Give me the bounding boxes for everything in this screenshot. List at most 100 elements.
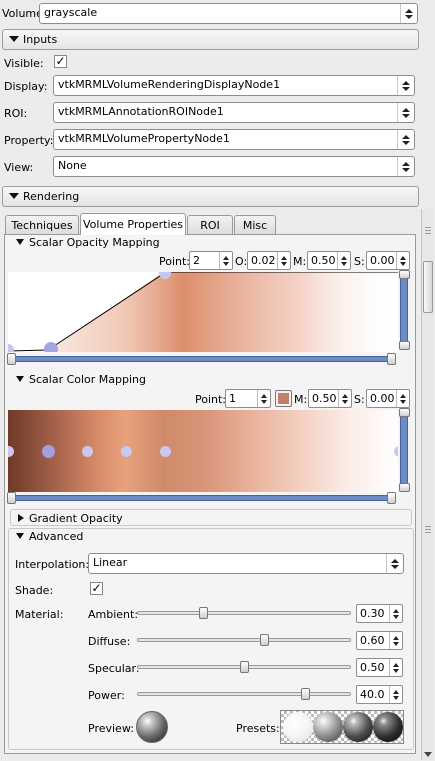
preset-sphere-metal[interactable]	[373, 712, 403, 742]
color-transfer-function-view[interactable]	[8, 410, 398, 492]
color-swatch-button[interactable]	[275, 390, 292, 407]
opacity-control-point[interactable]	[8, 344, 14, 352]
scalar-opacity-header[interactable]: Scalar Opacity Mapping	[12, 236, 410, 251]
opacity-vertical-handle-top[interactable]	[399, 270, 410, 279]
spin-arrows-icon[interactable]	[337, 252, 350, 269]
shade-checkbox[interactable]: ✓	[90, 582, 103, 595]
scalar-color-header[interactable]: Scalar Color Mapping	[12, 373, 410, 388]
color-vertical-handle-bottom[interactable]	[399, 483, 410, 492]
scroll-down-icon[interactable]	[424, 752, 432, 757]
opacity-m-spinbox[interactable]: 0.50	[307, 251, 351, 270]
diffuse-slider-handle[interactable]	[260, 634, 269, 646]
ambient-slider[interactable]	[137, 607, 351, 619]
collapse-triangle-icon	[16, 376, 24, 382]
opacity-o-spinbox[interactable]: 0.02	[247, 251, 291, 270]
opacity-s-label: S:	[354, 255, 365, 268]
advanced-header[interactable]: Advanced	[12, 530, 410, 545]
volume-value: grayscale	[44, 6, 98, 19]
color-vertical-handle-top[interactable]	[399, 408, 410, 417]
inputs-section-header[interactable]: Inputs	[2, 29, 419, 50]
preset-sphere-matte[interactable]	[283, 712, 313, 742]
opacity-point-label: Point:	[159, 255, 191, 268]
interpolation-selector[interactable]: Linear	[88, 553, 404, 574]
specular-slider[interactable]	[137, 661, 351, 673]
scalar-opacity-title: Scalar Opacity Mapping	[29, 236, 160, 249]
spin-arrows-icon[interactable]	[389, 632, 402, 649]
combo-arrows-icon	[397, 76, 414, 95]
roi-value: vtkMRMLAnnotationROINode1	[58, 105, 224, 118]
color-control-point[interactable]	[82, 446, 93, 457]
opacity-vertical-range[interactable]	[400, 276, 408, 350]
power-spinbox[interactable]: 40.0	[356, 685, 403, 704]
volume-selector[interactable]: grayscale	[39, 3, 418, 24]
visible-checkbox[interactable]: ✓	[54, 55, 67, 68]
roi-selector[interactable]: vtkMRMLAnnotationROINode1	[53, 102, 415, 123]
tab-misc[interactable]: Misc	[234, 215, 276, 234]
spin-arrows-icon[interactable]	[219, 252, 232, 269]
ambient-slider-handle[interactable]	[198, 607, 208, 619]
opacity-control-point[interactable]	[44, 342, 58, 352]
opacity-horizontal-handle-right[interactable]	[387, 353, 396, 365]
spin-arrows-icon[interactable]	[389, 605, 402, 622]
color-horizontal-handle-left[interactable]	[7, 492, 16, 504]
color-s-spinbox[interactable]: 0.00	[366, 389, 410, 408]
spin-arrows-icon[interactable]	[389, 659, 402, 676]
spin-arrows-icon[interactable]	[338, 390, 351, 407]
display-value: vtkMRMLVolumeRenderingDisplayNode1	[58, 78, 281, 91]
spin-arrows-icon[interactable]	[257, 390, 270, 407]
view-selector[interactable]: None	[53, 156, 415, 177]
color-point-label: Point:	[195, 393, 227, 406]
color-horizontal-handle-right[interactable]	[387, 492, 396, 504]
color-control-point[interactable]	[121, 446, 132, 457]
spin-arrows-icon[interactable]	[396, 390, 409, 407]
spin-arrows-icon[interactable]	[389, 686, 402, 703]
preset-sphere-shiny[interactable]	[313, 712, 343, 742]
power-slider-handle[interactable]	[301, 688, 310, 700]
shade-label: Shade:	[15, 584, 54, 597]
opacity-transfer-function-view[interactable]	[8, 272, 398, 352]
opacity-point-value: 2	[193, 254, 200, 267]
color-horizontal-range[interactable]	[12, 495, 394, 501]
advanced-title: Advanced	[29, 530, 84, 543]
color-swatch	[278, 393, 289, 404]
tab-volume-properties[interactable]: Volume Properties	[80, 213, 186, 235]
scrollbar-thumb[interactable]	[423, 261, 433, 313]
ambient-spinbox[interactable]: 0.30	[356, 604, 403, 623]
vertical-scrollbar[interactable]	[421, 209, 434, 760]
opacity-point-spinbox[interactable]: 2	[189, 251, 233, 270]
material-presets-strip[interactable]	[280, 710, 404, 744]
opacity-vertical-handle-bottom[interactable]	[399, 341, 410, 350]
preset-sphere-glossy[interactable]	[343, 712, 373, 742]
spin-arrows-icon[interactable]	[277, 252, 290, 269]
color-control-point[interactable]	[42, 445, 55, 458]
color-control-point[interactable]	[160, 446, 171, 457]
tab-roi[interactable]: ROI	[187, 215, 233, 234]
diffuse-slider[interactable]	[137, 634, 351, 646]
interpolation-label: Interpolation:	[15, 558, 90, 571]
gradient-opacity-header[interactable]: Gradient Opacity	[12, 512, 410, 527]
opacity-horizontal-range[interactable]	[12, 356, 394, 362]
tab-techniques[interactable]: Techniques	[5, 215, 79, 234]
property-selector[interactable]: vtkMRMLVolumePropertyNode1	[53, 129, 415, 150]
diffuse-label: Diffuse:	[88, 635, 131, 648]
color-point-spinbox[interactable]: 1	[225, 389, 271, 408]
ambient-value: 0.30	[360, 607, 385, 620]
display-selector[interactable]: vtkMRMLVolumeRenderingDisplayNode1	[53, 75, 415, 96]
specular-slider-handle[interactable]	[239, 661, 249, 673]
specular-spinbox[interactable]: 0.50	[356, 658, 403, 677]
opacity-o-value: 0.02	[251, 254, 276, 267]
color-control-point[interactable]	[394, 446, 398, 457]
collapse-triangle-icon	[16, 533, 24, 539]
spin-arrows-icon[interactable]	[396, 252, 409, 269]
color-control-point[interactable]	[8, 446, 14, 457]
diffuse-spinbox[interactable]: 0.60	[356, 631, 403, 650]
specular-value: 0.50	[360, 661, 385, 674]
color-m-spinbox[interactable]: 0.50	[308, 389, 352, 408]
opacity-horizontal-handle-left[interactable]	[7, 353, 16, 365]
scalar-color-title: Scalar Color Mapping	[29, 373, 147, 386]
power-slider[interactable]	[137, 688, 351, 700]
presets-label: Presets:	[236, 722, 280, 735]
color-vertical-range[interactable]	[400, 414, 408, 490]
rendering-section-header[interactable]: Rendering	[2, 186, 419, 207]
opacity-s-spinbox[interactable]: 0.00	[366, 251, 410, 270]
